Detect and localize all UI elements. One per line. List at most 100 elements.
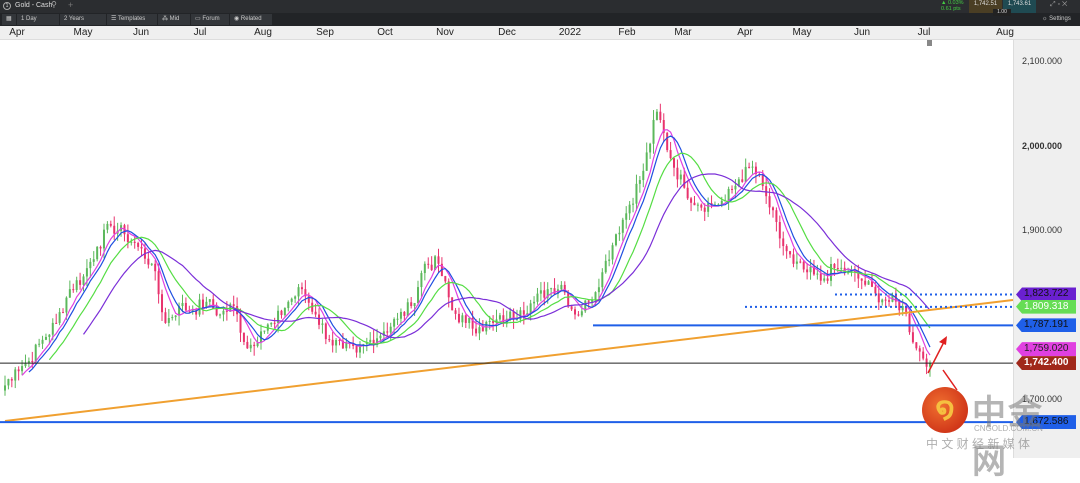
candle-body (321, 323, 324, 325)
candle-body (679, 174, 682, 180)
forum-button[interactable]: ▭ Forum (191, 14, 229, 25)
candle-body (246, 341, 249, 349)
candle-body (51, 322, 54, 335)
candle-body (444, 276, 447, 282)
x-tick-label: Jul (917, 27, 931, 38)
candle-body (550, 288, 553, 290)
mid-button[interactable]: ⁂ Mid (158, 14, 190, 25)
candle-body (109, 223, 112, 226)
tab-gold-cash[interactable]: Gold - Cash (15, 2, 52, 9)
candle-body (799, 261, 802, 263)
settings-button[interactable]: ☼ Settings (1038, 14, 1080, 25)
candle-body (806, 269, 809, 273)
candle-body (369, 339, 372, 343)
candle-body (7, 379, 10, 386)
candle-body (925, 358, 928, 367)
candle-body (830, 264, 833, 281)
candle-body (355, 345, 358, 353)
candle-body (225, 310, 228, 312)
candle-body (184, 302, 187, 311)
candle-body (707, 203, 710, 212)
candle-body (669, 150, 672, 159)
candle-body (335, 340, 338, 346)
spread-value: 1.00 (993, 9, 1011, 16)
candle-body (700, 204, 703, 208)
candle-body (860, 278, 863, 281)
candle-body (417, 287, 420, 303)
candle-body (263, 330, 266, 332)
candle-body (410, 302, 413, 307)
candle-body (888, 300, 891, 302)
x-tick-label: Apr (737, 27, 753, 38)
price-chart[interactable] (0, 40, 1013, 458)
layout-button[interactable]: ▦ (2, 14, 16, 25)
candle-body (911, 332, 914, 343)
candle-body (635, 183, 638, 204)
toolbar: ▦ 1 Day 2 Years ☰ Templates ⁂ Mid ▭ Foru… (0, 13, 1080, 26)
range-select[interactable]: 2 Years (60, 14, 106, 25)
candle-body (290, 298, 293, 302)
candle-body (147, 258, 150, 265)
candle-body (38, 343, 41, 345)
candle-body (219, 314, 222, 316)
candle-body (273, 322, 276, 324)
related-button[interactable]: ◉ Related (230, 14, 272, 25)
candle-body (652, 119, 655, 144)
candle-body (690, 198, 693, 203)
candle-body (881, 299, 884, 303)
candle-body (621, 219, 624, 233)
candle-body (475, 328, 478, 334)
candle-body (597, 287, 600, 293)
candle-body (771, 207, 774, 211)
candle-body (884, 299, 887, 301)
candle-body (748, 166, 751, 168)
candle-body (379, 335, 382, 339)
candle-body (833, 264, 836, 269)
x-tick-label: May (73, 27, 93, 38)
y-tick-label: 2,000.000 (1022, 140, 1063, 151)
candle-body (785, 246, 788, 252)
candle-body (778, 222, 781, 239)
templates-button[interactable]: ☰ Templates (107, 14, 157, 25)
add-tab-button[interactable]: + (68, 0, 73, 10)
templates-icon: ☰ (111, 16, 118, 22)
interval-select[interactable]: 1 Day (17, 14, 59, 25)
candle-body (399, 311, 402, 319)
candle-body (836, 268, 839, 270)
x-tick-label: Jul (193, 27, 207, 38)
arrow-up (927, 339, 946, 374)
x-tick-label: Jun (853, 27, 871, 38)
search-icon[interactable]: ⚲ (51, 0, 57, 9)
price-level-tag: 1,809.318 (1016, 299, 1076, 314)
price-type-icon: ⁂ (162, 16, 170, 22)
candle-body (318, 314, 321, 325)
candle-body (427, 263, 430, 265)
window-controls[interactable]: ⤢ ▫ ✕ (1050, 1, 1067, 9)
candle-body (133, 241, 136, 243)
candle-body (515, 319, 518, 321)
candle-body (65, 297, 68, 313)
candle-body (82, 276, 85, 285)
x-axis: Apr May Jun Jul Aug Sep Oct Nov Dec 2022 Feb Mar Apr… (0, 26, 1080, 40)
candle-body (297, 287, 300, 297)
candle-body (331, 339, 334, 346)
candle-body (249, 344, 252, 349)
candle-body (509, 311, 512, 319)
candle-body (48, 334, 51, 337)
candle-body (171, 317, 174, 319)
candle-body (577, 314, 580, 316)
candle-body (529, 303, 532, 314)
candle-body (539, 290, 542, 294)
candle-body (638, 180, 641, 184)
candle-body (328, 339, 331, 341)
candle-body (498, 315, 501, 320)
candle-body (242, 332, 245, 342)
candle-body (389, 326, 392, 333)
candle-body (898, 301, 901, 311)
candle-body (420, 273, 423, 288)
candle-body (659, 111, 662, 121)
watermark: ໑ 中金网 CNGOLD.COM.CN 中 文 财 经 新 媒 体 (922, 385, 1072, 481)
candle-body (126, 234, 129, 243)
candle-body (628, 204, 631, 214)
candle-body (201, 299, 204, 308)
